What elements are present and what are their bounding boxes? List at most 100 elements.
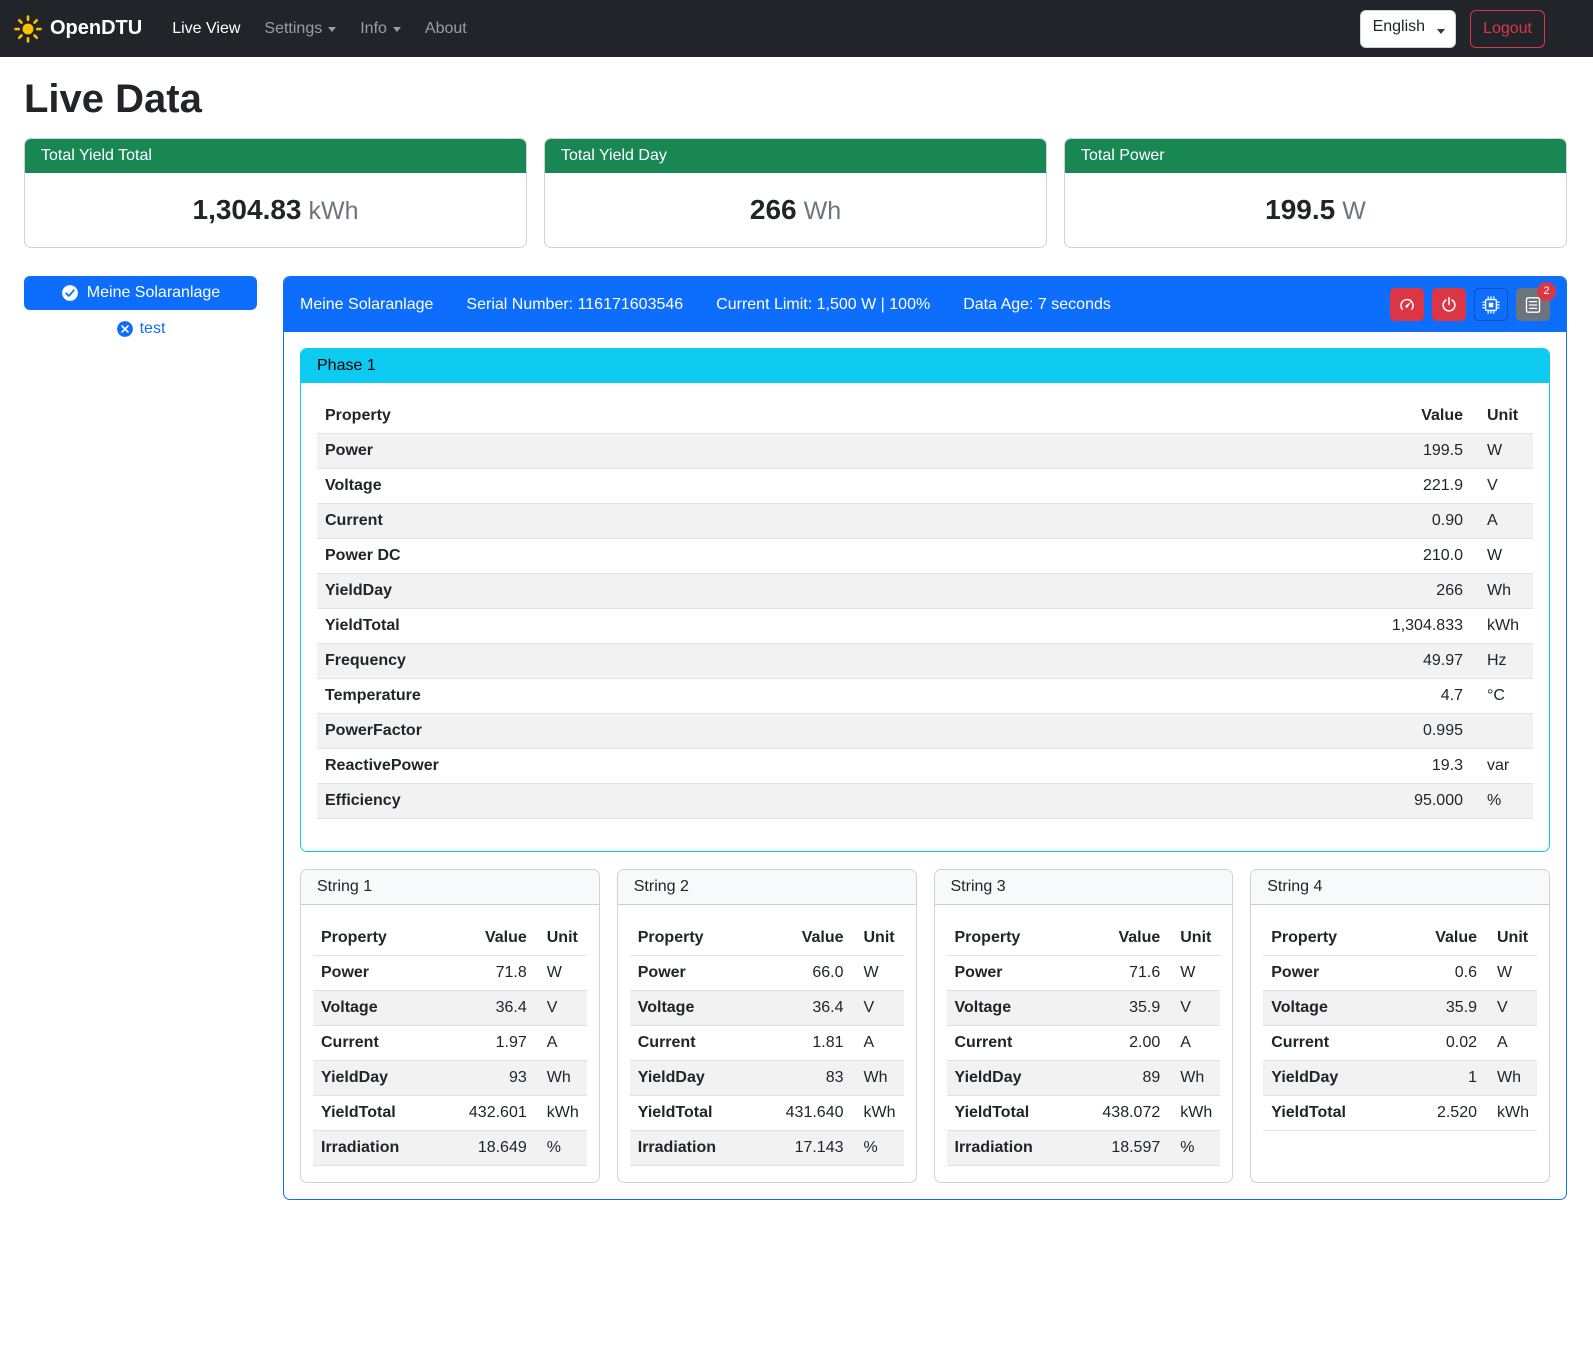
phase-table: Property Value Unit Power199.5WVoltage22… — [317, 399, 1533, 819]
card-value: 266 — [750, 194, 797, 225]
value-cell: 431.640 — [754, 1096, 851, 1131]
col-property: Property — [1263, 921, 1398, 956]
nav-links: Live View Settings Info About — [160, 12, 479, 46]
brand-logo[interactable]: OpenDTU — [14, 15, 142, 43]
gauge-icon — [1398, 296, 1416, 314]
cpu-chip-icon — [1482, 296, 1500, 314]
table-row: Frequency49.97Hz — [317, 644, 1533, 679]
table-row: YieldDay1Wh — [1263, 1061, 1537, 1096]
table-header-row: Property Value Unit — [947, 921, 1221, 956]
language-select[interactable]: English — [1360, 10, 1456, 48]
unit-cell: Wh — [852, 1061, 904, 1096]
table-row: YieldDay89Wh — [947, 1061, 1221, 1096]
nav-live-view[interactable]: Live View — [160, 12, 252, 46]
property-cell: YieldTotal — [313, 1096, 437, 1131]
nav-info-dropdown[interactable]: Info — [348, 12, 413, 46]
value-cell: 18.597 — [1071, 1131, 1168, 1166]
unit-cell: Hz — [1471, 644, 1533, 679]
table-row: Current1.81A — [630, 1026, 904, 1061]
property-cell: Current — [317, 504, 1007, 539]
value-cell: 17.143 — [754, 1131, 851, 1166]
string-table: Property Value Unit Power71.6WVoltage35.… — [947, 921, 1221, 1166]
table-row: YieldDay83Wh — [630, 1061, 904, 1096]
unit-cell: V — [535, 991, 587, 1026]
event-log-button[interactable]: 2 — [1516, 288, 1550, 321]
value-cell: 93 — [437, 1061, 534, 1096]
card-body: 1,304.83kWh — [25, 173, 526, 247]
string-body: Property Value Unit Power71.6WVoltage35.… — [935, 905, 1233, 1166]
col-value: Value — [754, 921, 851, 956]
unit-cell: % — [852, 1131, 904, 1166]
unit-cell: V — [852, 991, 904, 1026]
table-row: Power71.6W — [947, 956, 1221, 991]
chevron-down-icon — [1437, 29, 1445, 34]
property-cell: YieldTotal — [1263, 1096, 1398, 1131]
table-row: Current2.00A — [947, 1026, 1221, 1061]
phase-table-body: Power199.5WVoltage221.9VCurrent0.90APowe… — [317, 434, 1533, 819]
value-cell: 66.0 — [754, 956, 851, 991]
value-cell: 0.90 — [1007, 504, 1471, 539]
property-cell: Irradiation — [947, 1131, 1071, 1166]
table-row: Voltage35.9V — [1263, 991, 1537, 1026]
string-body: Property Value Unit Power0.6WVoltage35.9… — [1251, 905, 1549, 1131]
table-row: YieldDay266Wh — [317, 574, 1533, 609]
nav-settings-label: Settings — [264, 20, 322, 38]
col-property: Property — [630, 921, 754, 956]
card-title: Total Yield Total — [25, 139, 526, 173]
string-table: Property Value Unit Power71.8WVoltage36.… — [313, 921, 587, 1166]
card-unit: Wh — [804, 197, 842, 225]
value-cell: 1,304.833 — [1007, 609, 1471, 644]
unit-cell: % — [535, 1131, 587, 1166]
table-row: YieldDay93Wh — [313, 1061, 587, 1096]
table-header-row: Property Value Unit — [1263, 921, 1537, 956]
col-unit: Unit — [852, 921, 904, 956]
string-title: String 1 — [301, 870, 599, 905]
table-header-row: Property Value Unit — [630, 921, 904, 956]
property-cell: Power DC — [317, 539, 1007, 574]
sidebar-item-test[interactable]: test — [24, 320, 257, 338]
table-row: YieldTotal2.520kWh — [1263, 1096, 1537, 1131]
col-unit: Unit — [535, 921, 587, 956]
summary-cards-row: Total Yield Total 1,304.83kWh Total Yiel… — [24, 138, 1567, 248]
value-cell: 35.9 — [1399, 991, 1485, 1026]
unit-cell: Wh — [535, 1061, 587, 1096]
value-cell: 2.00 — [1071, 1026, 1168, 1061]
string-table: Property Value Unit Power66.0WVoltage36.… — [630, 921, 904, 1166]
card-title: Total Yield Day — [545, 139, 1046, 173]
property-cell: Power — [1263, 956, 1398, 991]
table-row: Irradiation18.597% — [947, 1131, 1221, 1166]
unit-cell: kWh — [535, 1096, 587, 1131]
property-cell: YieldDay — [317, 574, 1007, 609]
table-row: Current1.97A — [313, 1026, 587, 1061]
nav-about[interactable]: About — [413, 12, 479, 46]
value-cell: 19.3 — [1007, 749, 1471, 784]
event-count-badge: 2 — [1537, 282, 1556, 301]
inverter-serial: Serial Number: 116171603546 — [466, 296, 683, 314]
col-property: Property — [317, 399, 1007, 434]
col-unit: Unit — [1485, 921, 1537, 956]
value-cell: 83 — [754, 1061, 851, 1096]
device-info-button[interactable] — [1474, 288, 1508, 321]
value-cell: 71.6 — [1071, 956, 1168, 991]
property-cell: Power — [630, 956, 754, 991]
value-cell: 1 — [1399, 1061, 1485, 1096]
limit-settings-button[interactable] — [1390, 288, 1424, 321]
power-button[interactable] — [1432, 288, 1466, 321]
brand-title: OpenDTU — [50, 17, 142, 40]
value-cell: 199.5 — [1007, 434, 1471, 469]
language-value: English — [1373, 18, 1425, 35]
property-cell: Current — [313, 1026, 437, 1061]
string-body: Property Value Unit Power71.8WVoltage36.… — [301, 905, 599, 1166]
logout-button[interactable]: Logout — [1470, 10, 1545, 48]
unit-cell: W — [1471, 539, 1533, 574]
table-row: Voltage36.4V — [313, 991, 587, 1026]
sidebar-item-meine-solaranlage[interactable]: Meine Solaranlage — [24, 276, 257, 310]
unit-cell: var — [1471, 749, 1533, 784]
property-cell: Power — [947, 956, 1071, 991]
value-cell: 1.97 — [437, 1026, 534, 1061]
property-cell: Voltage — [313, 991, 437, 1026]
table-row: Irradiation18.649% — [313, 1131, 587, 1166]
phase-card: Phase 1 Property Value Unit Power199.5WV… — [300, 348, 1550, 852]
nav-settings-dropdown[interactable]: Settings — [252, 12, 348, 46]
property-cell: Frequency — [317, 644, 1007, 679]
